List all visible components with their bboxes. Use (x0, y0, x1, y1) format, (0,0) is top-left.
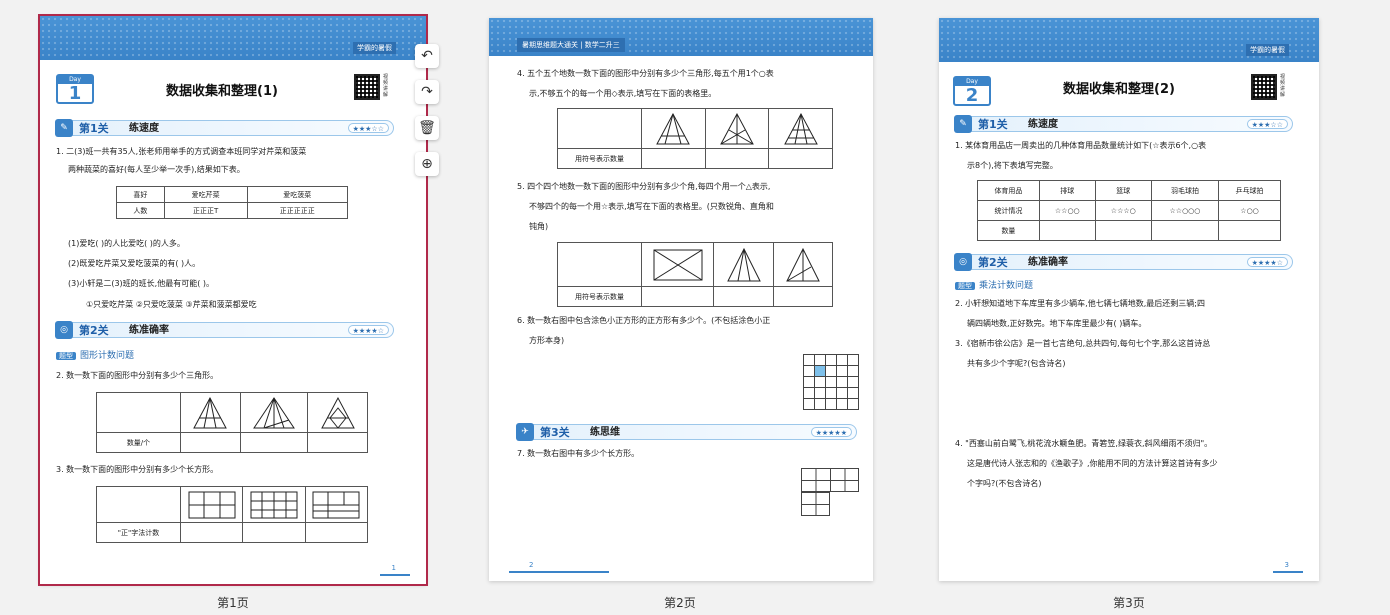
topic-label: 题型 图形计数问题 (56, 348, 134, 361)
question-1-line-2: 两种蔬菜的喜好(每人至少举一次手),结果如下表。 (68, 165, 245, 174)
shaded-square (815, 366, 825, 376)
triangle-count-table: 数量/个 (96, 392, 368, 453)
page-thumbnail-3[interactable]: 学霸的暑假 Day 2 数据收集和整理(2) 视频讲解 ✎ 第1关 练速度 ★★★… (939, 18, 1319, 581)
difficulty-stars: ★★★☆☆ (1246, 119, 1288, 129)
level-icon: ✈ (516, 423, 534, 441)
section-level-1: ✎ 第1关 练速度 ★★★☆☆ (954, 115, 1293, 133)
question-6-line-2: 方形本身) (529, 336, 565, 345)
footer-line (509, 571, 609, 573)
question-3-line-1: 3.《宿新市徐公店》是一首七言绝句,总共四句,每句七个字,那么这首诗总 (955, 339, 1211, 348)
difficulty-stars: ★★★★☆ (347, 325, 389, 335)
question-4-line-2: 示,不够五个的每一个用◇表示,填写在下面的表格里。 (529, 89, 717, 98)
question-5-line-3: 钝角) (529, 222, 549, 231)
question-1-options: ①只爱吃芹菜 ②只爱吃菠菜 ③芹菜和菠菜都爱吃 (86, 300, 257, 309)
angle-symbol-table: 用符号表示数量 (557, 242, 834, 307)
day-badge: Day 1 (56, 74, 94, 104)
page-title: 数据收集和整理(1) (166, 84, 278, 99)
question-4-line-1: 4. 五个五个地数一数下面的图形中分别有多少个三角形,每五个用1个○表 (517, 69, 774, 78)
question-2-line-1: 2. 小轩想知道地下车库里有多少辆车,他七辆七辆地数,最后还剩三辆;四 (955, 299, 1205, 308)
rotate-left-icon[interactable]: ↶ (415, 44, 439, 68)
question-6-line-1: 6. 数一数右图中包含涂色小正方形的正方形有多少个。(不包括涂色小正 (517, 316, 771, 325)
qr-label: 视频讲解 (383, 74, 389, 98)
level-icon: ✎ (55, 119, 73, 137)
rotate-right-icon[interactable]: ↷ (415, 80, 439, 104)
page-title: 数据收集和整理(2) (1063, 82, 1175, 97)
question-3: 3. 数一数下面的图形中分别有多少个长方形。 (56, 465, 219, 474)
page-number: 3 (1284, 561, 1289, 569)
rectangle-count-table: "正"字法计数 (96, 486, 369, 543)
rectangle-grid-figure (801, 468, 859, 492)
footer-line (380, 574, 410, 576)
difficulty-stars: ★★★☆☆ (347, 123, 389, 133)
question-2: 2. 数一数下面的图形中分别有多少个三角形。 (56, 371, 219, 380)
square-grid-figure (803, 354, 859, 410)
topic-label: 题型 乘法计数问题 (955, 278, 1033, 291)
section-level-2: ◎ 第2关 练准确率 ★★★★☆ (954, 253, 1293, 271)
question-1-c: (3)小轩是二(3)班的班长,他最有可能( )。 (68, 279, 214, 288)
page-number: 2 (529, 561, 534, 569)
delete-icon[interactable]: 🗑 (415, 116, 439, 140)
question-1-line-1: 1. 二(3)班一共有35人,张老师用举手的方式调查本班同学对芹菜和菠菜 (56, 147, 307, 156)
sports-goods-table: 体育用品 排球 篮球 羽毛球拍 乒乓球拍 统计情况 ☆☆○○ ☆☆☆○ ☆☆○○○ ☆○○ 数量 (977, 180, 1281, 241)
section-level-2: ◎ 第2关 练准确率 ★★★★☆ (55, 321, 394, 339)
header-tag: 学霸的暑假 (1246, 44, 1289, 56)
question-4-line-1: 4. "西塞山前白鹭飞,桃花流水鳜鱼肥。青箬笠,绿蓑衣,斜风细雨不须归"。 (955, 439, 1213, 448)
difficulty-stars: ★★★★★ (810, 427, 852, 437)
question-1-line-1: 1. 某体育用品店一周卖出的几种体育用品数量统计如下(☆表示6个,○表 (955, 141, 1207, 150)
question-4-line-2: 这是唐代诗人张志和的《渔歌子》,你能用不同的方法计算这首诗有多少 (967, 459, 1218, 468)
question-3-line-2: 共有多少个字呢?(包含诗名) (967, 359, 1066, 368)
qr-code-icon (354, 74, 380, 100)
question-2-line-2: 辆四辆地数,正好数完。地下车库里最少有( )辆车。 (967, 319, 1147, 328)
level-icon: ◎ (55, 321, 73, 339)
question-4-line-3: 个字吗?(不包含诗名) (967, 479, 1042, 488)
add-page-icon[interactable]: ⊕ (415, 152, 439, 176)
question-1-b: (2)既爱吃芹菜又爱吃菠菜的有( )人。 (68, 259, 201, 268)
level-icon: ◎ (954, 253, 972, 271)
page-number: 1 (391, 564, 396, 572)
page-thumbnail-2[interactable]: 暑期思维题大通关 | 数学二升三 4. 五个五个地数一数下面的图形中分别有多少个… (489, 18, 873, 581)
question-5-line-2: 不够四个的每一个用☆表示,填写在下面的表格里。(只数锐角、直角和 (529, 202, 774, 211)
question-7: 7. 数一数右图中有多少个长方形。 (517, 449, 640, 458)
page-caption-1: 第1页 (217, 596, 249, 610)
triangle-symbol-table: 用符号表示数量 (557, 108, 833, 169)
page-caption-3: 第3页 (1113, 596, 1145, 610)
question-1-line-2: 示8个),将下表填写完整。 (967, 161, 1058, 170)
question-5-line-1: 5. 四个四个地数一数下面的图形中分别有多少个角,每四个用一个△表示, (517, 182, 771, 191)
day-badge: Day 2 (953, 76, 991, 106)
preference-table: 喜好 爱吃芹菜 爱吃菠菜 人数 正正正T 正正正正正 (116, 186, 349, 219)
section-level-1: ✎ 第1关 练速度 ★★★☆☆ (55, 119, 394, 137)
header-tag: 学霸的暑假 (353, 42, 396, 54)
question-1-a: (1)爱吃( )的人比爱吃( )的人多。 (68, 239, 185, 248)
rectangle-grid-figure-lower (801, 492, 830, 516)
header-tag: 暑期思维题大通关 | 数学二升三 (517, 38, 625, 52)
page-thumbnail-1[interactable]: 学霸的暑假 Day 1 数据收集和整理(1) 视频讲解 ✎ 第1关 练速度 ★★★… (38, 14, 428, 586)
section-level-3: ✈ 第3关 练思维 ★★★★★ (516, 423, 857, 441)
footer-line (1273, 571, 1303, 573)
difficulty-stars: ★★★★☆ (1246, 257, 1288, 267)
level-icon: ✎ (954, 115, 972, 133)
qr-code-icon (1251, 74, 1277, 100)
page-caption-2: 第2页 (664, 596, 696, 610)
qr-label: 视频讲解 (1280, 74, 1286, 98)
